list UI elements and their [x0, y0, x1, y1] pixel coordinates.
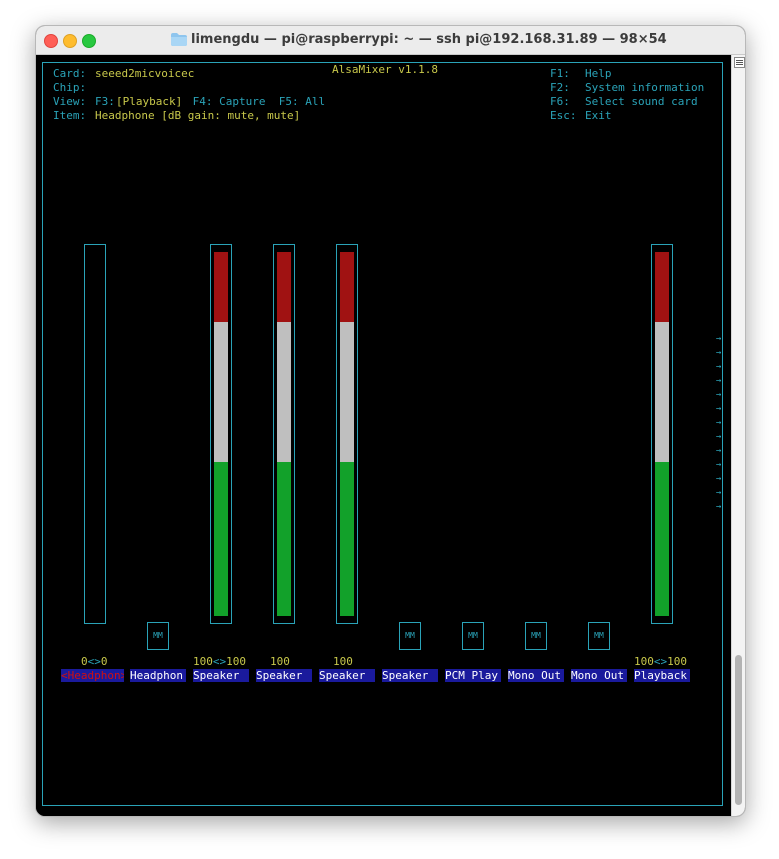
minimize-button[interactable] [63, 34, 77, 48]
control-label-speaker-3[interactable]: Speaker [319, 669, 375, 682]
more-arrow-icon: → [716, 390, 722, 400]
bar-low-segment [277, 462, 291, 616]
more-arrow-icon: → [716, 376, 722, 386]
bar-mid-segment [655, 322, 669, 462]
control-label-pcm-play[interactable]: PCM Play [445, 669, 501, 682]
help-desc-f2: System information [585, 81, 705, 94]
more-controls-indicator: → → → → → → → → → → → → → [716, 332, 721, 514]
value-separator: <> [212, 655, 227, 668]
speaker-2-volume-bar[interactable] [273, 244, 295, 624]
more-arrow-icon: → [716, 334, 722, 344]
bar-mid-segment [277, 322, 291, 462]
speaker-1-value: 100<>100 [193, 655, 246, 669]
help-desc-esc: Exit [585, 109, 612, 122]
control-label-speaker-4[interactable]: Speaker [382, 669, 438, 682]
speaker-3-volume-bar[interactable] [336, 244, 358, 624]
speaker-2-value: 100 [270, 655, 290, 668]
bar-mid-segment [340, 322, 354, 462]
speaker-1-value-right: 100 [226, 655, 246, 668]
control-label-playback[interactable]: Playback [634, 669, 690, 682]
item-label: Item: [53, 109, 87, 122]
item-value: Headphone [dB gain: mute, mute] [95, 109, 301, 122]
control-label-headphone-2[interactable]: Headphon [130, 669, 186, 682]
headphone-mute-toggle[interactable]: MM [147, 622, 169, 650]
playback-value-left: 100 [634, 655, 654, 668]
mono-out-2-mute-toggle[interactable]: MM [588, 622, 610, 650]
more-arrow-icon: → [716, 348, 722, 358]
bar-mid-segment [214, 322, 228, 462]
help-key-f1: F1: [550, 67, 570, 80]
mono-out-1-mute-toggle[interactable]: MM [525, 622, 547, 650]
alsamixer-title: AlsaMixer v1.1.8 [326, 63, 444, 76]
control-label-speaker-2[interactable]: Speaker [256, 669, 312, 682]
bar-peak-segment [214, 252, 228, 322]
value-separator: <> [87, 655, 101, 668]
window-title: limengdu — pi@raspberrypi: ~ — ssh pi@19… [191, 32, 667, 47]
terminal-window: limengdu — pi@raspberrypi: ~ — ssh pi@19… [35, 25, 746, 817]
vertical-scrollbar[interactable] [731, 55, 745, 816]
card-value: seeed2micvoicec [95, 67, 195, 80]
alsamixer-frame: AlsaMixer v1.1.8 [42, 62, 723, 806]
chip-label: Chip: [53, 81, 87, 94]
more-arrow-icon: → [716, 474, 722, 484]
playback-value-right: 100 [667, 655, 687, 668]
help-desc-f1: Help [585, 67, 612, 80]
more-arrow-icon: → [716, 502, 722, 512]
bar-peak-segment [340, 252, 354, 322]
value-separator: <> [653, 655, 668, 668]
bar-peak-segment [655, 252, 669, 322]
control-label-speaker-1[interactable]: Speaker [193, 669, 249, 682]
help-key-f6: F6: [550, 95, 570, 108]
more-arrow-icon: → [716, 446, 722, 456]
help-key-esc: Esc: [550, 109, 577, 122]
headphone-value-right: 0 [100, 655, 108, 668]
folder-icon [171, 33, 187, 46]
headphone-value: 0<>0 [81, 655, 108, 669]
more-arrow-icon: → [716, 418, 722, 428]
more-arrow-icon: → [716, 460, 722, 470]
more-arrow-icon: → [716, 404, 722, 414]
speaker-4-mute-toggle[interactable]: MM [399, 622, 421, 650]
terminal-area[interactable]: AlsaMixer v1.1.8 Card: seeed2micvoicec C… [36, 55, 731, 816]
view-other-modes[interactable]: F4: Capture F5: All [186, 95, 325, 109]
bar-peak-segment [277, 252, 291, 322]
help-desc-f6: Select sound card [585, 95, 698, 108]
scrollbar-menu-icon[interactable] [734, 57, 745, 68]
more-arrow-icon: → [716, 488, 722, 498]
bar-low-segment [214, 462, 228, 616]
bar-low-segment [340, 462, 354, 616]
control-label-mono-out-1[interactable]: Mono Out [508, 669, 564, 682]
view-f3-key: F3: [95, 95, 115, 108]
control-label-mono-out-2[interactable]: Mono Out [571, 669, 627, 682]
card-label: Card: [53, 67, 87, 80]
view-playback[interactable]: [Playback] [116, 95, 182, 109]
headphone-volume-bar[interactable] [84, 244, 106, 624]
close-button[interactable] [44, 34, 58, 48]
bar-low-segment [655, 462, 669, 616]
playback-volume-bar[interactable] [651, 244, 673, 624]
zoom-button[interactable] [82, 34, 96, 48]
more-arrow-icon: → [716, 362, 722, 372]
speaker-1-value-left: 100 [193, 655, 213, 668]
help-key-f2: F2: [550, 81, 570, 94]
control-label-headphone-selected[interactable]: <Headphon> [61, 669, 124, 682]
view-label: View: [53, 95, 87, 108]
title-bar: limengdu — pi@raspberrypi: ~ — ssh pi@19… [36, 26, 745, 55]
more-arrow-icon: → [716, 432, 722, 442]
pcm-play-mute-toggle[interactable]: MM [462, 622, 484, 650]
speaker-1-volume-bar[interactable] [210, 244, 232, 624]
playback-value: 100<>100 [634, 655, 687, 669]
scrollbar-thumb[interactable] [735, 655, 742, 805]
speaker-3-value: 100 [333, 655, 353, 668]
headphone-value-left: 0 [81, 655, 88, 668]
